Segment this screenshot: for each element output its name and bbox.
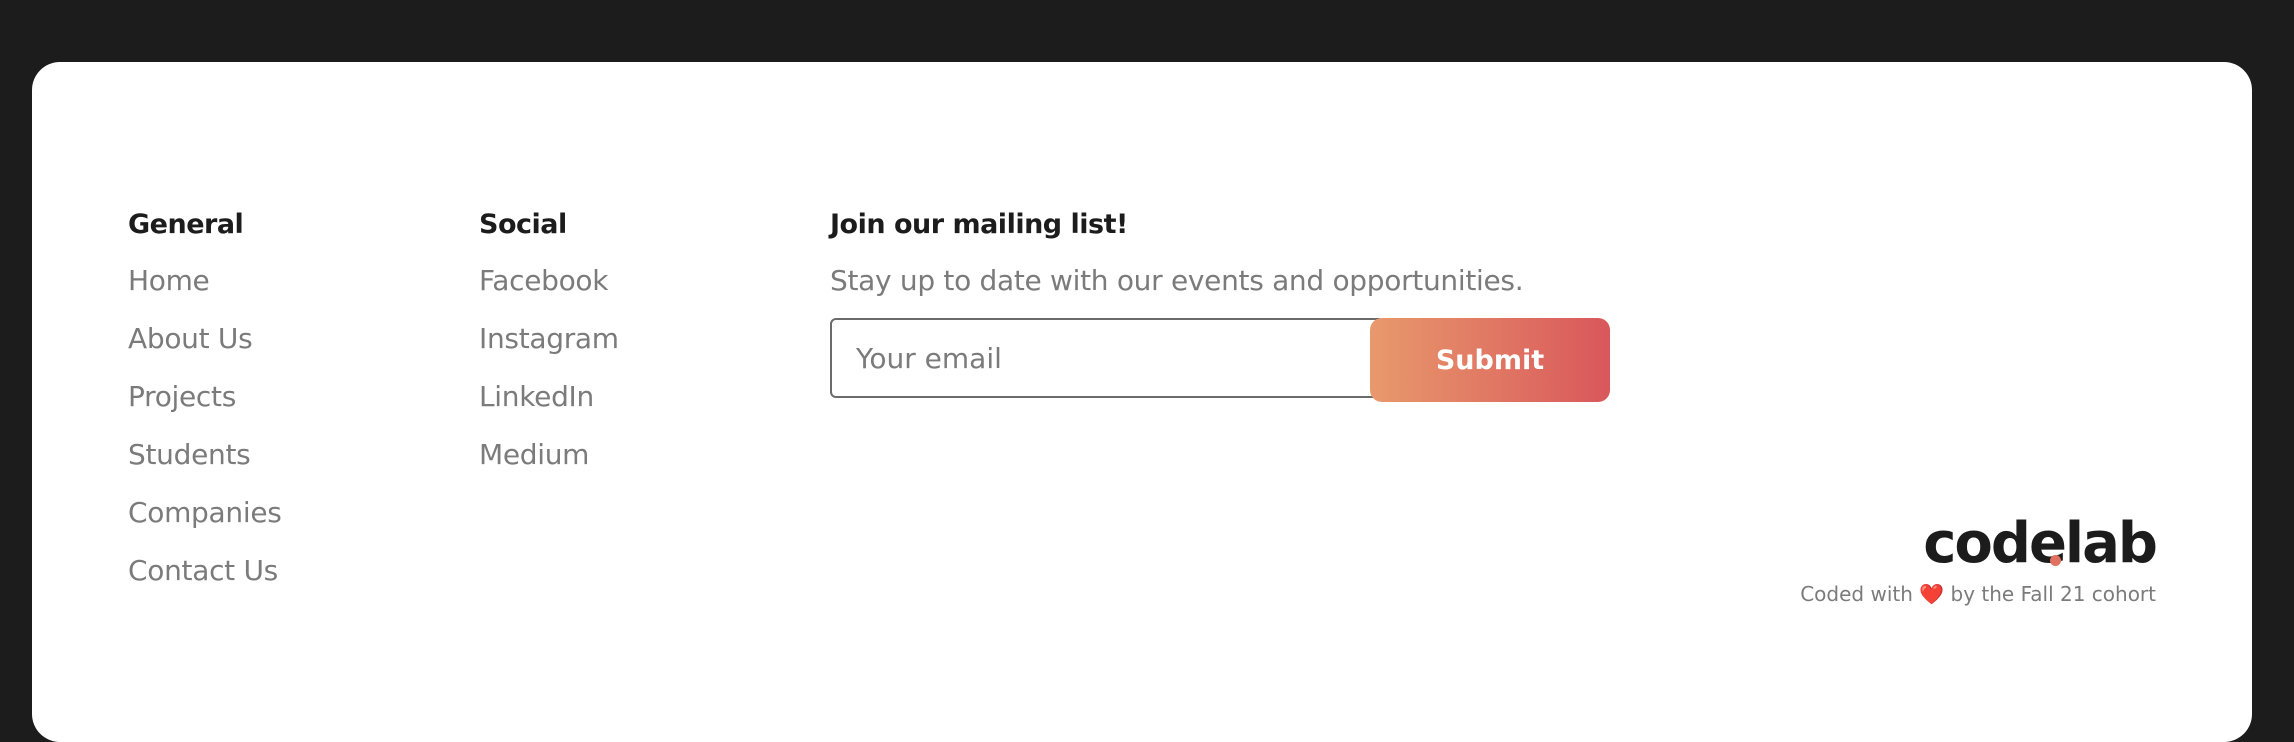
mailing-list-section: Join our mailing list! Stay up to date w… xyxy=(830,208,1615,402)
mailing-form: Submit xyxy=(830,318,1615,402)
credit-suffix: by the Fall 21 cohort xyxy=(1950,582,2156,606)
link-linkedin[interactable]: LinkedIn xyxy=(479,378,619,416)
heart-icon: ❤️ xyxy=(1919,582,1945,606)
link-about-us[interactable]: About Us xyxy=(128,320,282,358)
general-heading: General xyxy=(128,209,244,240)
mailing-heading: Join our mailing list! xyxy=(830,209,1128,240)
link-instagram[interactable]: Instagram xyxy=(479,320,619,358)
footer-card: General Home About Us Projects Students … xyxy=(32,62,2252,742)
link-home[interactable]: Home xyxy=(128,262,282,300)
credit-line: Coded with ❤️ by the Fall 21 cohort xyxy=(1800,582,2156,606)
link-facebook[interactable]: Facebook xyxy=(479,262,619,300)
general-column: General Home About Us Projects Students … xyxy=(128,208,282,610)
link-companies[interactable]: Companies xyxy=(128,494,282,532)
codelab-logo: codelab xyxy=(1923,511,2158,576)
logo-dot xyxy=(2050,555,2061,566)
social-heading: Social xyxy=(479,209,567,240)
link-students[interactable]: Students xyxy=(128,436,282,474)
link-medium[interactable]: Medium xyxy=(479,436,619,474)
social-column: Social Facebook Instagram LinkedIn Mediu… xyxy=(479,208,619,494)
link-contact-us[interactable]: Contact Us xyxy=(128,552,282,590)
link-projects[interactable]: Projects xyxy=(128,378,282,416)
credit-prefix: Coded with xyxy=(1800,582,1913,606)
brand-block: codelab Coded with ❤️ by the Fall 21 coh… xyxy=(1800,511,2158,607)
submit-button[interactable]: Submit xyxy=(1370,318,1610,402)
mailing-description: Stay up to date with our events and oppo… xyxy=(830,264,1524,297)
logo-text: codelab xyxy=(1923,511,2158,576)
email-input[interactable] xyxy=(830,318,1380,398)
